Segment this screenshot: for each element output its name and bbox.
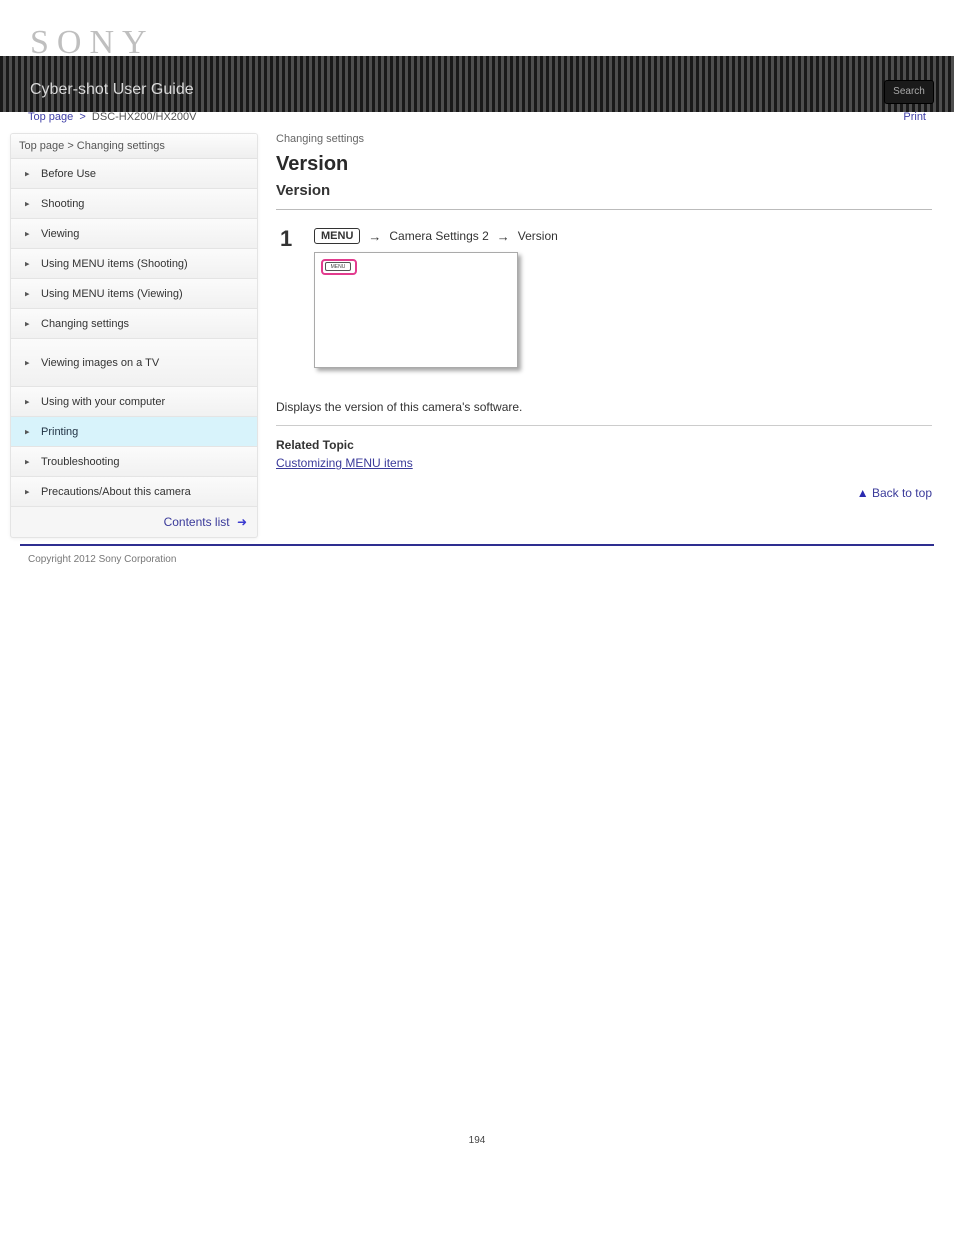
back-to-top-label: Back to top xyxy=(872,486,932,500)
screen-preview: MENU xyxy=(314,252,518,368)
step-number: 1 xyxy=(280,228,300,388)
sidebar-item-label: Before Use xyxy=(41,168,96,180)
sidebar-item-changing-settings[interactable]: Changing settings xyxy=(11,309,257,339)
page-number: 194 xyxy=(0,1135,954,1166)
related-title: Related Topic xyxy=(276,438,932,452)
guide-title: Cyber-shot User Guide xyxy=(30,81,194,99)
sidebar-item-label: Using MENU items (Viewing) xyxy=(41,288,183,300)
print-link[interactable]: Print xyxy=(903,111,926,123)
sidebar-item-menu-viewing[interactable]: Using MENU items (Viewing) xyxy=(11,279,257,309)
arrow-right-icon: → xyxy=(497,229,510,244)
sidebar-item-label: Viewing images on a TV xyxy=(41,357,159,369)
sidebar-item-label: Printing xyxy=(41,426,78,438)
sidebar-item-label: Precautions/About this camera xyxy=(41,486,191,498)
menu-badge: MENU xyxy=(314,228,360,244)
sidebar-item-tv[interactable]: Viewing images on a TV xyxy=(11,339,257,387)
model-name: DSC-HX200/HX200V xyxy=(92,111,197,123)
back-to-top[interactable]: ▲ Back to top xyxy=(276,486,932,500)
path-part-1: Camera Settings 2 xyxy=(389,229,488,243)
step-path: MENU → Camera Settings 2 → Version xyxy=(314,228,932,244)
page-title: Version xyxy=(276,153,932,176)
copyright: Copyright 2012 Sony Corporation xyxy=(0,554,954,595)
thin-separator xyxy=(276,425,932,426)
sidebar-item-precautions[interactable]: Precautions/About this camera xyxy=(11,477,257,507)
sidebar-item-label: Shooting xyxy=(41,198,84,210)
content-area: Changing settings Version Version 1 MENU… xyxy=(276,129,944,500)
page-subtitle: Version xyxy=(276,182,932,199)
content-section: Changing settings xyxy=(276,133,932,153)
sidebar-item-before-use[interactable]: Before Use xyxy=(11,159,257,189)
sidebar-item-menu-shooting[interactable]: Using MENU items (Shooting) xyxy=(11,249,257,279)
sidebar-item-viewing[interactable]: Viewing xyxy=(11,219,257,249)
top-page-link[interactable]: Top page xyxy=(28,111,73,123)
screen-menu-label: MENU xyxy=(325,262,351,271)
sidebar-contents-label: Contents list xyxy=(164,515,230,529)
search-button[interactable]: Search xyxy=(884,80,934,104)
path-part-2: Version xyxy=(518,229,558,243)
arrow-right-icon: ➜ xyxy=(237,515,247,529)
triangle-up-icon: ▲ xyxy=(857,486,869,500)
related-link[interactable]: Customizing MENU items xyxy=(276,456,932,470)
footer-rule xyxy=(20,544,934,546)
step-row: 1 MENU → Camera Settings 2 → Version MEN… xyxy=(280,228,932,388)
sidebar-breadcrumb: Top page > Changing settings xyxy=(11,134,257,159)
sidebar-item-label: Viewing xyxy=(41,228,79,240)
separator xyxy=(276,209,932,210)
arrow-right-icon: → xyxy=(368,229,381,244)
sidebar: Top page > Changing settings Before Use … xyxy=(10,133,258,538)
sidebar-item-computer[interactable]: Using with your computer xyxy=(11,387,257,417)
sidebar-contents-link[interactable]: Contents list ➜ xyxy=(11,507,257,537)
header: SONY Cyber-shot User Guide Search xyxy=(0,0,954,105)
sidebar-item-shooting[interactable]: Shooting xyxy=(11,189,257,219)
brand-logo: SONY xyxy=(30,24,924,62)
sidebar-item-label: Changing settings xyxy=(41,318,129,330)
description-text: Displays the version of this camera's so… xyxy=(276,398,932,417)
sidebar-item-troubleshooting[interactable]: Troubleshooting xyxy=(11,447,257,477)
sidebar-item-label: Troubleshooting xyxy=(41,456,119,468)
sidebar-item-label: Using with your computer xyxy=(41,396,165,408)
sidebar-item-printing[interactable]: Printing xyxy=(11,417,257,447)
sidebar-item-label: Using MENU items (Shooting) xyxy=(41,258,188,270)
